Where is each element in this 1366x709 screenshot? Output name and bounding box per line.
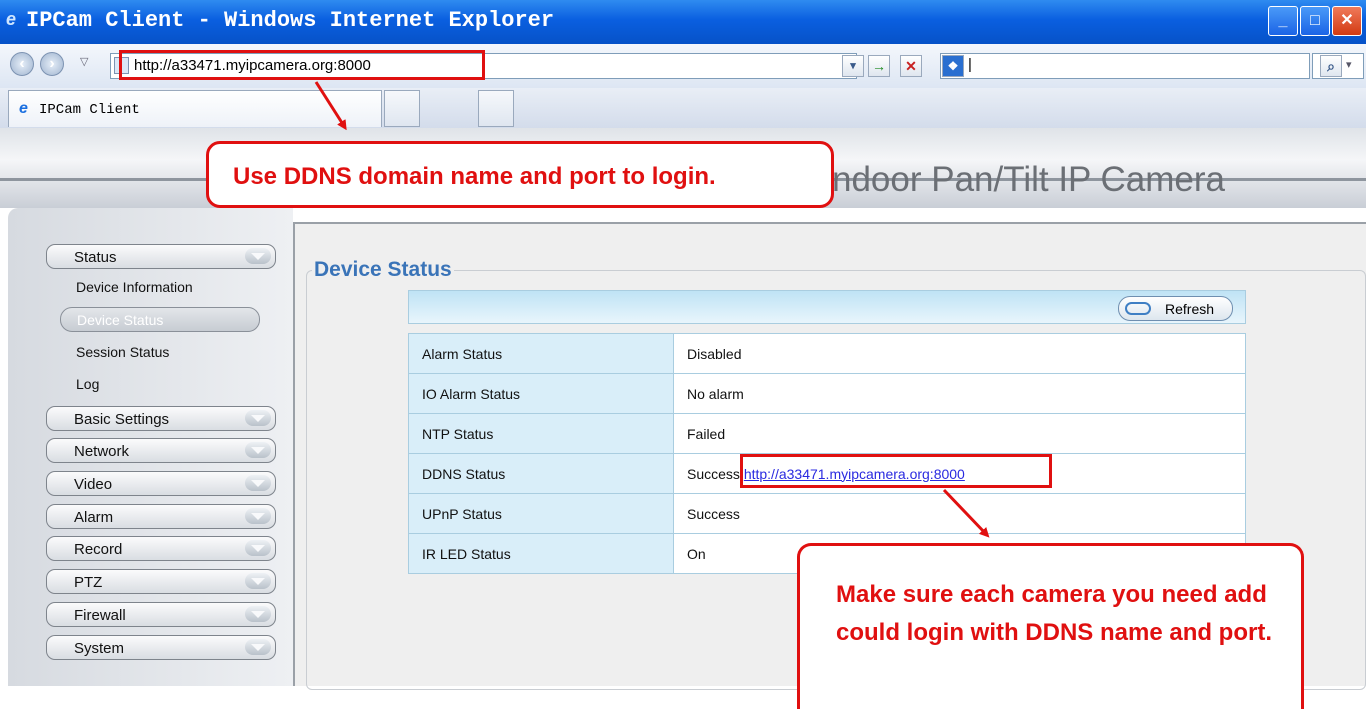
arrow-to-login-callout bbox=[314, 81, 347, 131]
callout-login: Use DDNS domain name and port to login. bbox=[206, 141, 834, 208]
callout-login-text: Use DDNS domain name and port to login. bbox=[233, 163, 716, 190]
callout-camera-text: Make sure each camera you need add could… bbox=[836, 581, 1272, 646]
arrow-to-camera-callout bbox=[942, 488, 990, 538]
callout-camera: Make sure each camera you need add could… bbox=[797, 543, 1304, 709]
